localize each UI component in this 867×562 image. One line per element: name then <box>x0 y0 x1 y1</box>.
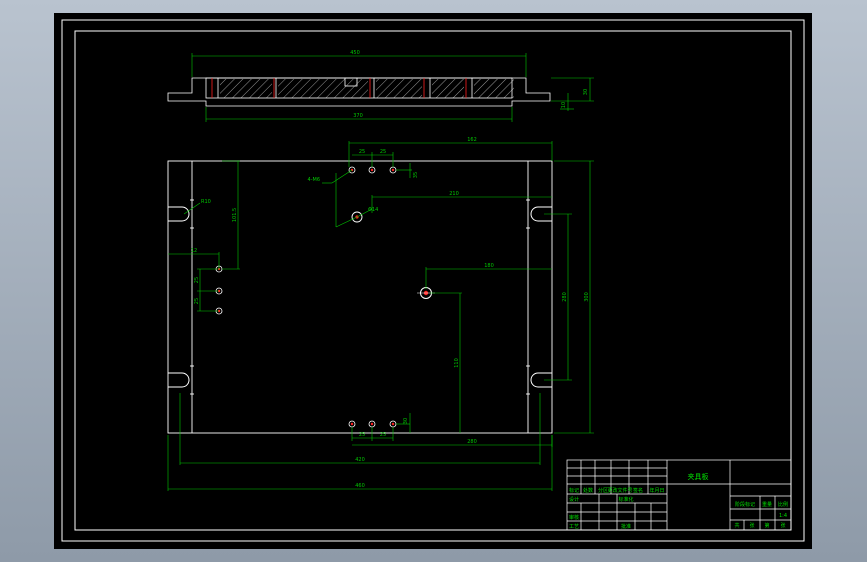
section-dim-inner-width: 370 <box>353 113 363 119</box>
slot-left-upper <box>168 206 190 222</box>
title-review: 审核 <box>569 514 579 521</box>
dim-top-span: 162 <box>467 137 477 143</box>
title-scale-label: 比例 <box>778 501 788 508</box>
title-change-doc: 更改文件号 <box>607 487 632 494</box>
title-sheet-of: 第 <box>764 522 769 529</box>
title-count: 处数 <box>583 487 593 494</box>
dim-pitch-a: 25 <box>359 149 365 155</box>
hatch-region-5 <box>474 79 514 98</box>
hole-bottom-3 <box>389 420 397 428</box>
cad-drawing: 450 370 30 10 162 25 25 4-M6 35 210 Φ14 … <box>61 19 805 542</box>
hole-top-2 <box>368 166 376 174</box>
dim-left-pitch-a: 25 <box>194 277 200 283</box>
title-approve: 批准 <box>621 523 631 530</box>
title-scale: 1:4 <box>779 513 787 519</box>
dim-mid-span: 210 <box>449 191 459 197</box>
hatch-region-2 <box>278 79 368 98</box>
title-sign: 签名 <box>633 487 643 494</box>
dim-corner-radius: R10 <box>201 199 211 205</box>
section-dim-overall-width: 450 <box>350 50 360 56</box>
section-dim-step-height: 10 <box>561 102 567 108</box>
section-dim-thickness: 30 <box>583 89 589 95</box>
dim-bottom-pitch-b: 25 <box>380 432 386 438</box>
dim-inner-width: 420 <box>355 457 365 463</box>
title-stage-mark: 阶段标记 <box>735 501 755 508</box>
hole-top-3 <box>389 166 397 174</box>
dim-right-height-b: 300 <box>584 292 590 302</box>
dim-center-offset-v: 110 <box>454 358 460 368</box>
dim-pitch-b: 25 <box>380 149 386 155</box>
slot-left-lower <box>168 372 190 388</box>
title-revision: 标记 <box>569 487 579 494</box>
title-block <box>566 459 792 531</box>
dim-bottom-pitch-a: 25 <box>359 432 365 438</box>
cad-viewport[interactable]: 450 370 30 10 162 25 25 4-M6 35 210 Φ14 … <box>54 13 812 549</box>
dim-left-offset-v: 101.5 <box>232 208 238 222</box>
title-designer: 设计 <box>569 496 579 503</box>
hole-bottom-1 <box>348 420 356 428</box>
dim-small-hole: Φ14 <box>368 207 378 213</box>
dim-left-gap: 12 <box>191 248 197 254</box>
title-sheet-no: 张 <box>749 522 754 529</box>
title-part-name: 夹具板 <box>688 472 709 481</box>
title-date: 年月日 <box>649 487 664 494</box>
dim-hole-spec-left: 4-M6 <box>308 177 320 183</box>
section-view <box>167 77 551 107</box>
title-process: 工艺 <box>569 524 579 530</box>
title-sheet-unit: 张 <box>780 522 785 529</box>
plate-outline <box>167 160 553 434</box>
dim-overall-width: 460 <box>355 483 365 489</box>
hatch-region-1 <box>220 79 272 98</box>
title-weight: 重量 <box>762 501 772 508</box>
hole-bottom-2 <box>368 420 376 428</box>
title-standardize: 标准化 <box>618 496 633 503</box>
dim-left-pitch-b: 25 <box>194 298 200 304</box>
hatch-region-3 <box>376 79 422 98</box>
holes <box>215 166 435 428</box>
hatch-region-4 <box>432 79 464 98</box>
dim-bottom-span: 280 <box>467 439 477 445</box>
title-sheet-total: 共 <box>734 522 739 529</box>
plan-view <box>167 160 553 434</box>
plan-dimensions <box>167 141 594 491</box>
dim-bottom-right: 30 <box>403 418 409 424</box>
dim-center-offset-h: 180 <box>484 263 494 269</box>
dim-right-height-a: 280 <box>562 292 568 302</box>
dim-top-right-offset: 35 <box>413 172 419 178</box>
